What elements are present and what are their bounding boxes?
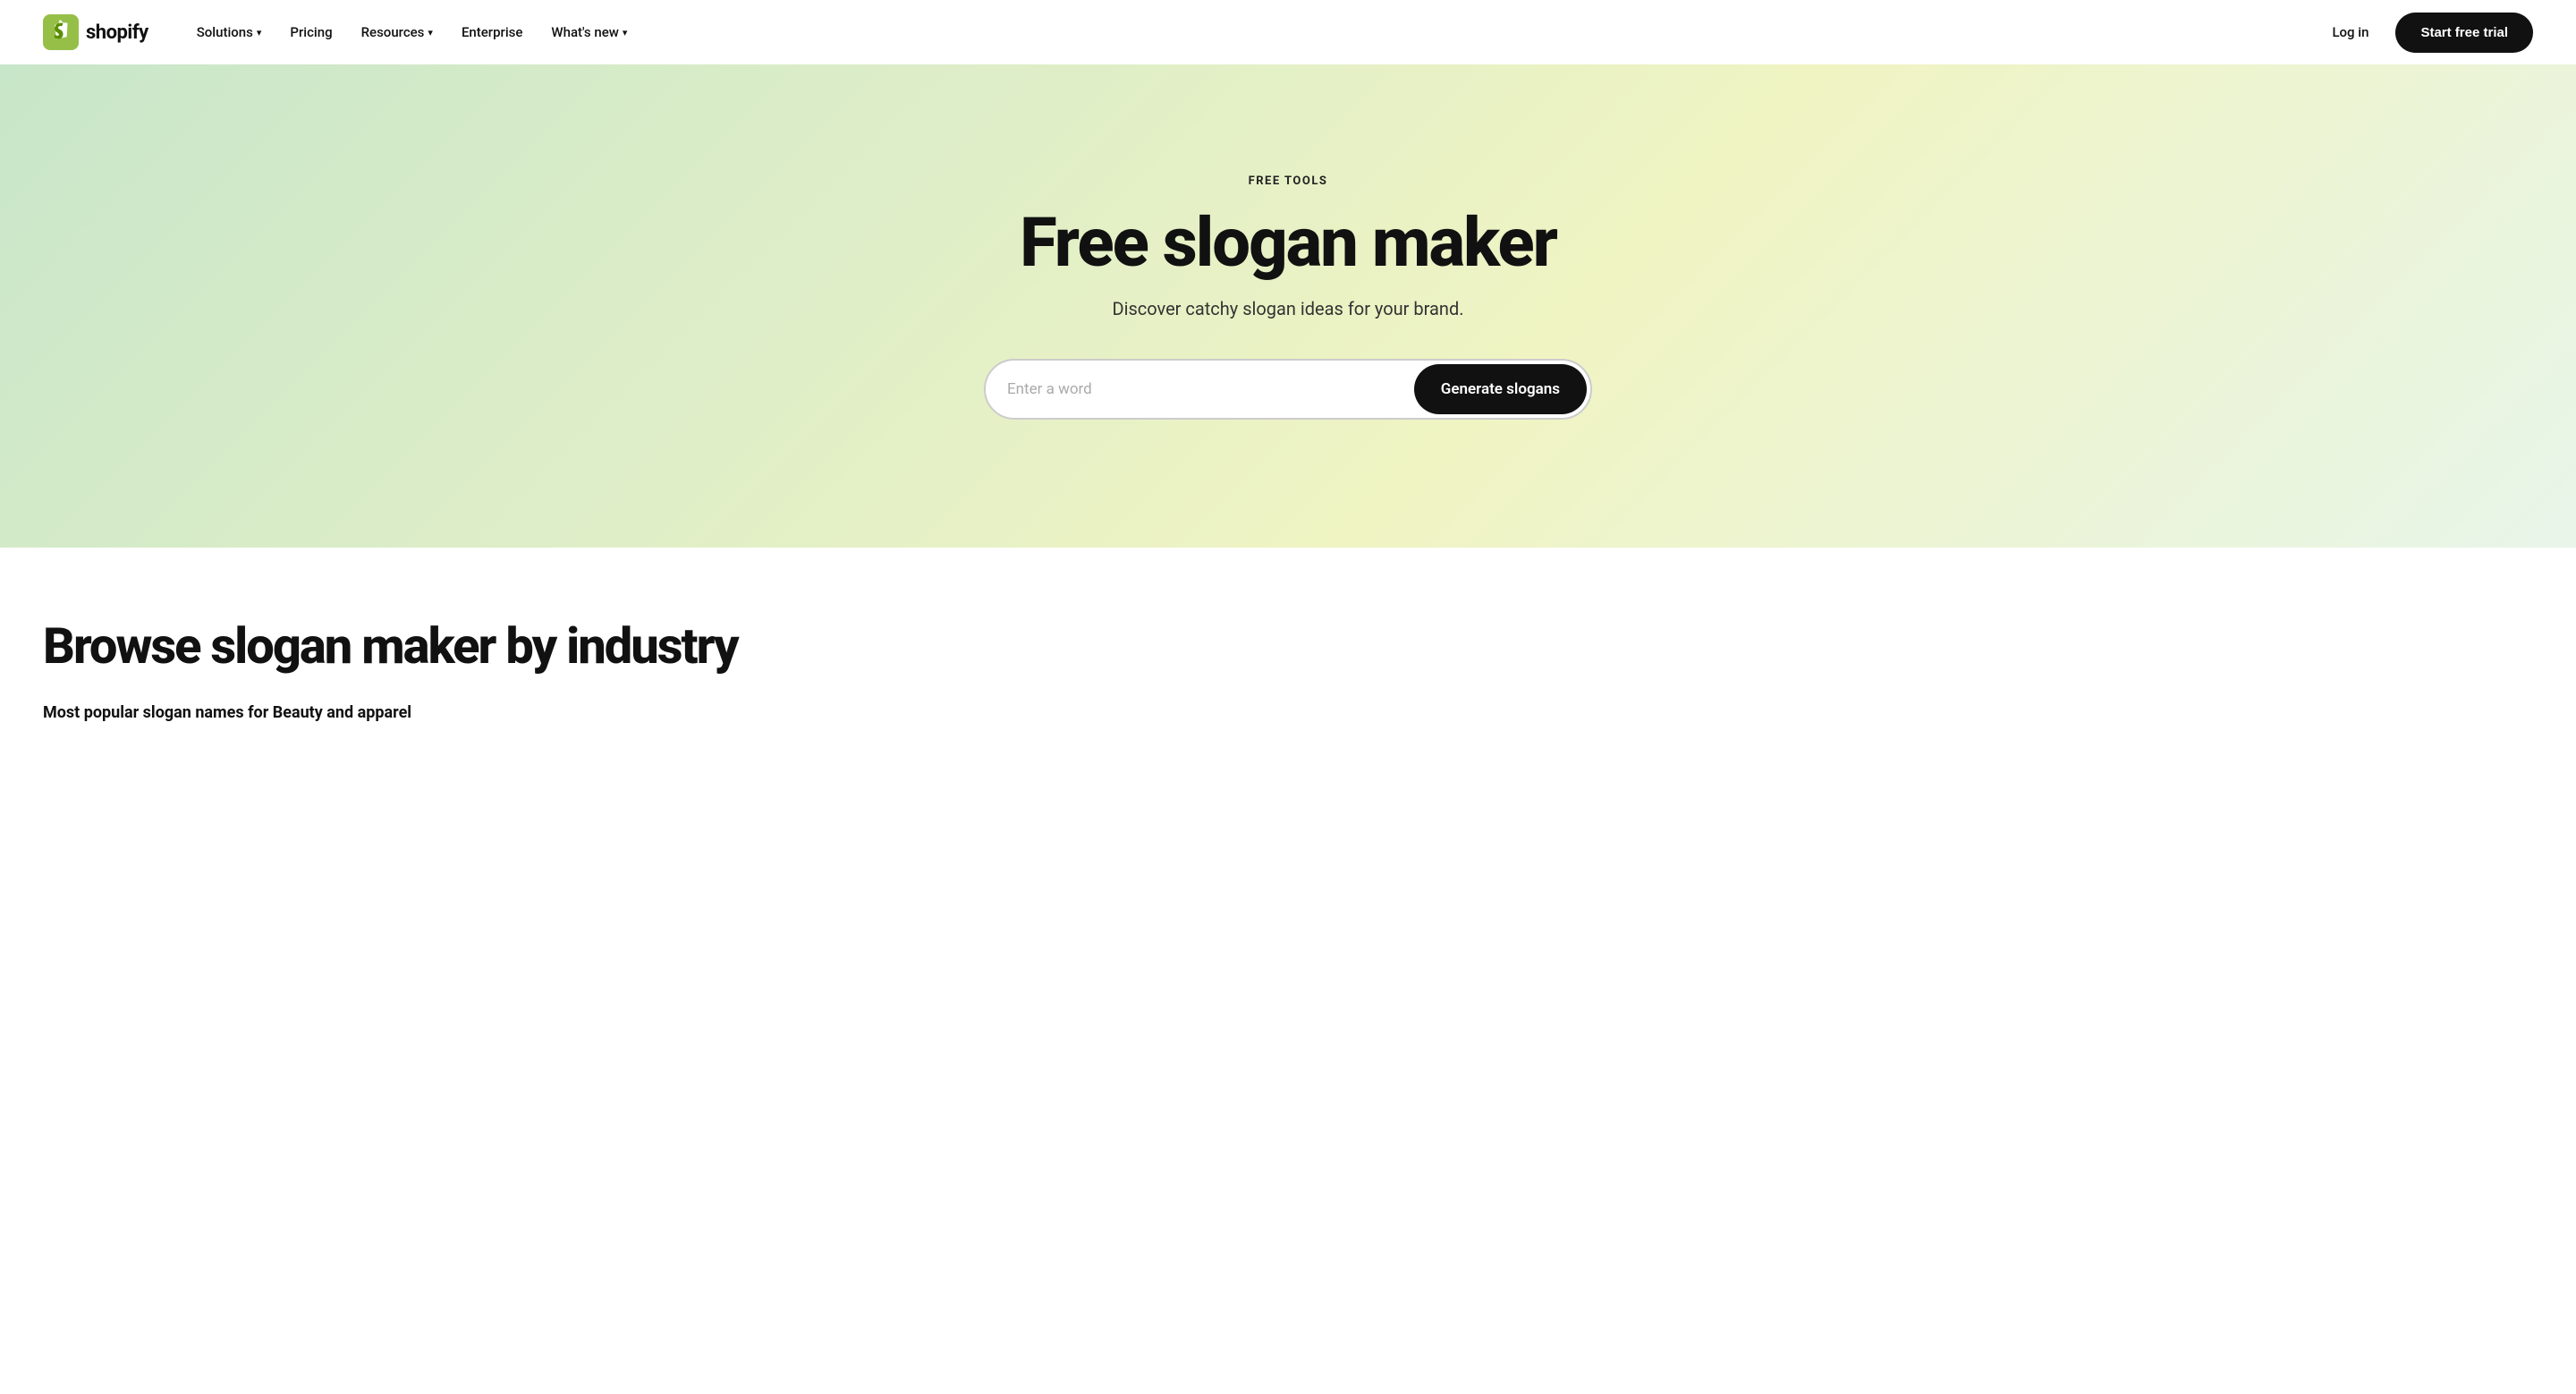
hero-eyebrow: FREE TOOLS <box>1249 174 1328 188</box>
browse-section: Browse slogan maker by industry Most pop… <box>0 548 2576 758</box>
hero-subtitle: Discover catchy slogan ideas for your br… <box>1112 298 1463 319</box>
whats-new-chevron-icon: ▾ <box>623 27 628 38</box>
browse-title: Browse slogan maker by industry <box>43 619 2533 675</box>
login-link[interactable]: Log in <box>2319 17 2381 47</box>
slogan-search-form: Generate slogans <box>984 359 1592 420</box>
nav-actions: Log in Start free trial <box>2319 13 2533 53</box>
nav-pricing[interactable]: Pricing <box>277 17 344 47</box>
nav-enterprise[interactable]: Enterprise <box>449 17 535 47</box>
hero-title: Free slogan maker <box>1020 206 1556 281</box>
logo-link[interactable]: shopify <box>43 14 148 50</box>
start-trial-button[interactable]: Start free trial <box>2395 13 2533 53</box>
logo-text: shopify <box>86 21 148 44</box>
nav-whats-new[interactable]: What's new ▾ <box>538 17 640 47</box>
hero-section: FREE TOOLS Free slogan maker Discover ca… <box>0 64 2576 548</box>
solutions-chevron-icon: ▾ <box>257 27 262 38</box>
navbar: shopify Solutions ▾ Pricing Resources ▾ … <box>0 0 2576 64</box>
nav-links: Solutions ▾ Pricing Resources ▾ Enterpri… <box>184 17 2320 47</box>
slogan-search-input[interactable] <box>1007 380 1414 398</box>
browse-subtitle: Most popular slogan names for Beauty and… <box>43 703 2533 722</box>
nav-solutions[interactable]: Solutions ▾ <box>184 17 275 47</box>
shopify-logo-icon <box>43 14 79 50</box>
generate-slogans-button[interactable]: Generate slogans <box>1414 364 1587 414</box>
resources-chevron-icon: ▾ <box>428 27 433 38</box>
nav-resources[interactable]: Resources ▾ <box>349 17 445 47</box>
